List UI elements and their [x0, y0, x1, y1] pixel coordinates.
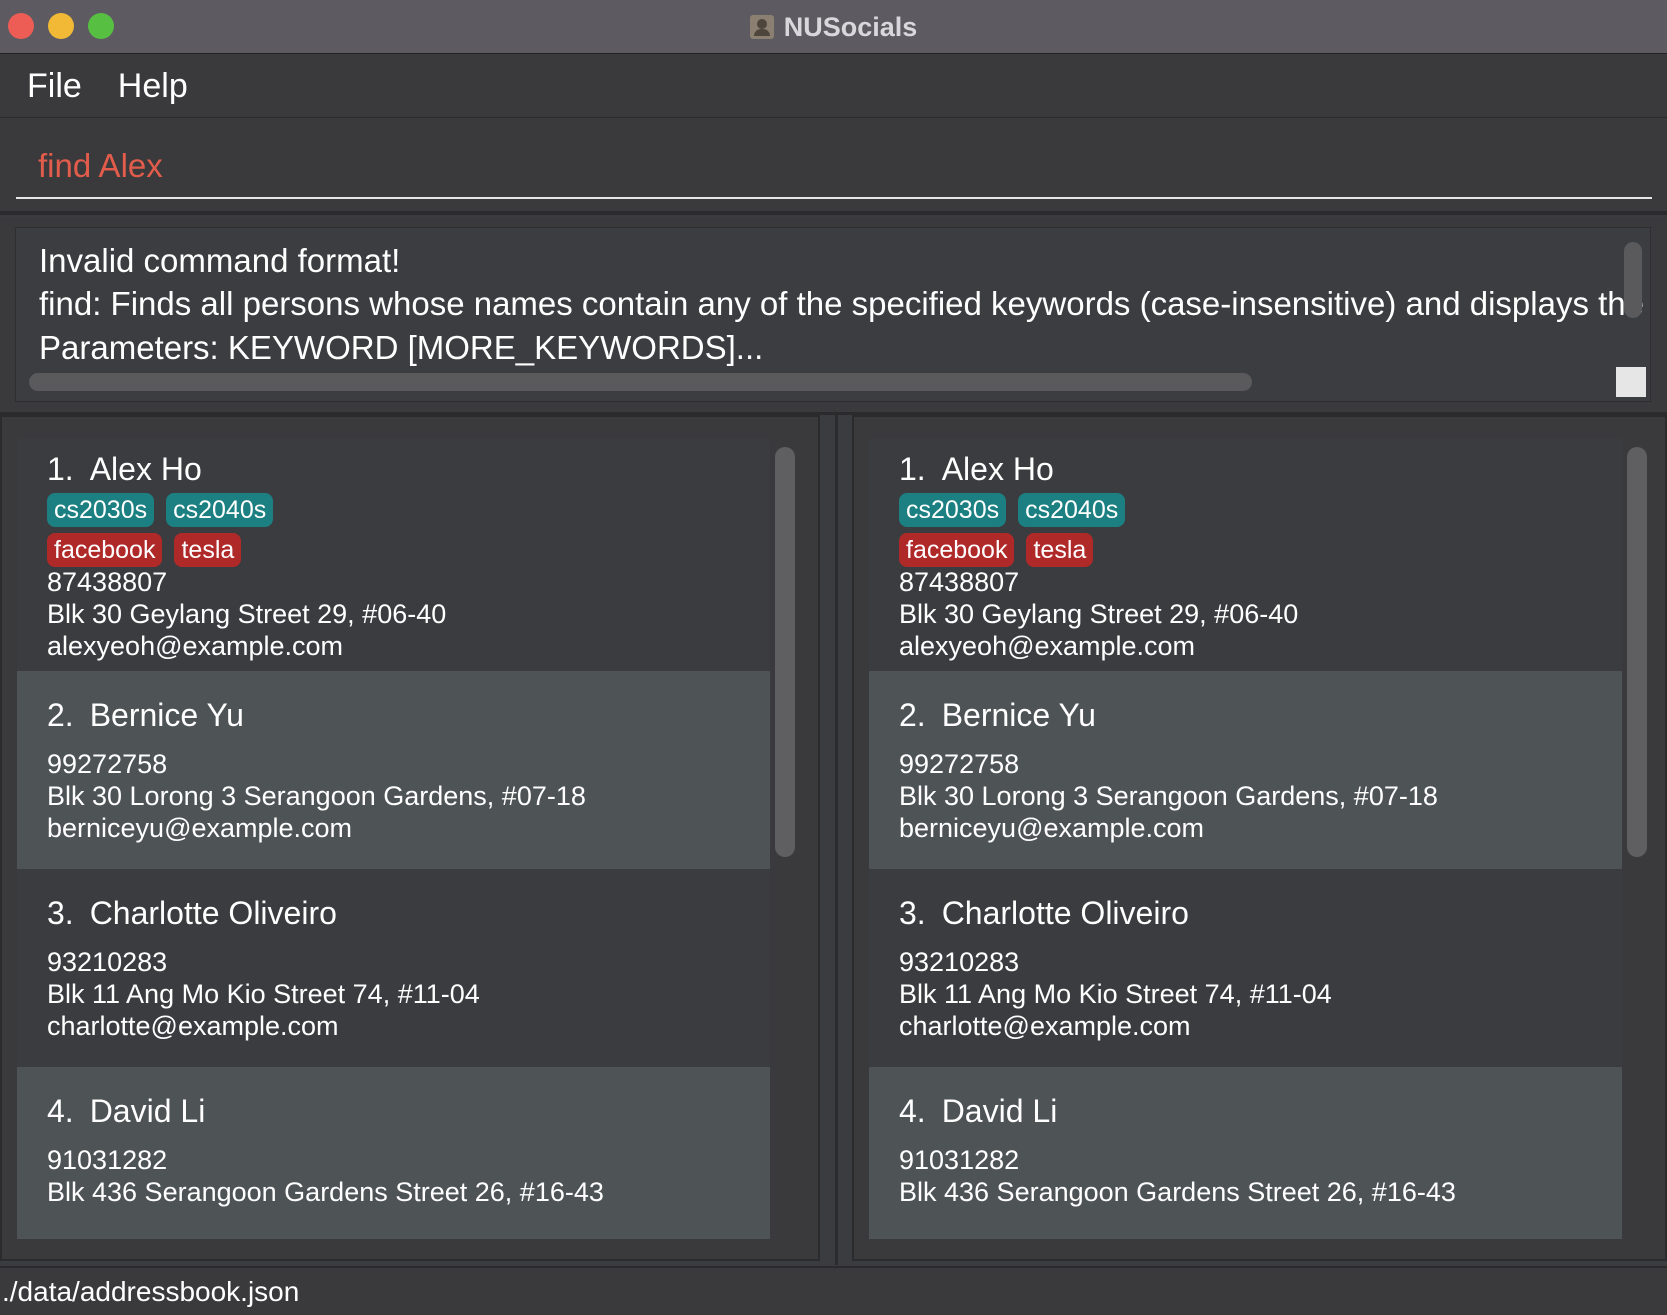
person-list-panel-left: 1. Alex Ho cs2030s cs2040s facebook tesla…: [0, 415, 820, 1261]
person-address: Blk 436 Serangoon Gardens Street 26, #16…: [47, 1177, 604, 1207]
result-display-area: Invalid command format! find: Finds all …: [0, 217, 1667, 415]
person-address: Blk 11 Ang Mo Kio Street 74, #11-04: [47, 979, 480, 1009]
person-phone: 93210283: [47, 947, 168, 977]
company-tag: tesla: [1026, 533, 1094, 567]
person-card[interactable]: 4. David Li 91031282 Blk 436 Serangoon Ga…: [17, 1067, 770, 1239]
result-horizontal-scrollbar[interactable]: [29, 373, 1252, 391]
result-message-line: find: Finds all persons whose names cont…: [39, 285, 1644, 322]
person-name: 4. David Li: [47, 1093, 206, 1129]
company-tag: facebook: [899, 533, 1015, 567]
person-address: Blk 30 Lorong 3 Serangoon Gardens, #07-1…: [47, 781, 586, 811]
person-email: berniceyu@example.com: [47, 813, 353, 843]
person-phone: 99272758: [899, 749, 1020, 779]
person-phone: 91031282: [47, 1145, 168, 1175]
person-address: Blk 436 Serangoon Gardens Street 26, #16…: [899, 1177, 1456, 1207]
person-list[interactable]: 1. Alex Ho cs2030s cs2040s facebook tesla…: [869, 439, 1622, 1239]
title-bar: NUSocials: [0, 0, 1667, 54]
app-icon: [749, 15, 774, 39]
person-email: alexyeoh@example.com: [47, 631, 344, 661]
person-card[interactable]: 1. Alex Ho cs2030s cs2040s facebook tesla…: [17, 439, 770, 671]
result-message-line: Parameters: KEYWORD [MORE_KEYWORDS]...: [39, 329, 764, 366]
person-email: charlotte@example.com: [47, 1011, 339, 1041]
person-phone: 87438807: [47, 567, 168, 597]
module-tag: cs2030s: [47, 493, 155, 527]
result-vertical-scrollbar[interactable]: [1624, 242, 1642, 318]
menu-bar: File Help: [0, 55, 1667, 118]
person-phone: 91031282: [899, 1145, 1020, 1175]
person-email: berniceyu@example.com: [899, 813, 1205, 843]
command-input[interactable]: [16, 135, 1652, 199]
company-tag: tesla: [174, 533, 242, 567]
person-phone: 93210283: [899, 947, 1020, 977]
person-email: alexyeoh@example.com: [899, 631, 1196, 661]
module-tag: cs2040s: [166, 493, 274, 527]
data-file-path: ./data/addressbook.json: [2, 1276, 300, 1307]
company-tag: facebook: [47, 533, 163, 567]
person-phone: 99272758: [47, 749, 168, 779]
person-list[interactable]: 1. Alex Ho cs2030s cs2040s facebook tesla…: [17, 439, 770, 1239]
app-window: NUSocials File Help Invalid command form…: [0, 0, 1667, 1315]
command-box: [0, 119, 1667, 215]
person-address: Blk 11 Ang Mo Kio Street 74, #11-04: [899, 979, 1332, 1009]
person-name: 4. David Li: [899, 1093, 1058, 1129]
module-tag: cs2030s: [899, 493, 1007, 527]
result-message-line: Invalid command format!: [39, 242, 401, 279]
module-tags: cs2030s cs2040s: [899, 493, 1126, 527]
person-card[interactable]: 1. Alex Ho cs2030s cs2040s facebook tesla…: [869, 439, 1622, 671]
menu-file[interactable]: File: [0, 67, 100, 106]
person-name: 2. Bernice Yu: [47, 697, 244, 733]
status-bar: ./data/addressbook.json: [0, 1266, 1667, 1315]
person-name: 3. Charlotte Oliveiro: [899, 895, 1189, 931]
person-list-scrollbar[interactable]: [1627, 447, 1647, 857]
person-address: Blk 30 Geylang Street 29, #06-40: [47, 599, 447, 629]
company-tags: facebook tesla: [899, 533, 1094, 567]
person-name: 2. Bernice Yu: [899, 697, 1096, 733]
person-card[interactable]: 2. Bernice Yu 99272758 Blk 30 Lorong 3 Se…: [17, 671, 770, 869]
person-name: 1. Alex Ho: [47, 451, 202, 487]
person-address: Blk 30 Lorong 3 Serangoon Gardens, #07-1…: [899, 781, 1438, 811]
company-tags: facebook tesla: [47, 533, 242, 567]
result-display[interactable]: Invalid command format! find: Finds all …: [15, 227, 1651, 402]
person-card[interactable]: 4. David Li 91031282 Blk 436 Serangoon Ga…: [869, 1067, 1622, 1239]
module-tag: cs2040s: [1018, 493, 1126, 527]
person-address: Blk 30 Geylang Street 29, #06-40: [899, 599, 1299, 629]
person-list-panel-right: 1. Alex Ho cs2030s cs2040s facebook tesla…: [852, 415, 1667, 1261]
person-list-scrollbar[interactable]: [775, 447, 795, 857]
person-phone: 87438807: [899, 567, 1020, 597]
person-email: charlotte@example.com: [899, 1011, 1191, 1041]
person-card[interactable]: 3. Charlotte Oliveiro 93210283 Blk 11 Ang…: [869, 869, 1622, 1067]
scroll-corner: [1616, 367, 1646, 397]
menu-help[interactable]: Help: [100, 67, 206, 106]
person-name: 3. Charlotte Oliveiro: [47, 895, 337, 931]
module-tags: cs2030s cs2040s: [47, 493, 274, 527]
person-card[interactable]: 3. Charlotte Oliveiro 93210283 Blk 11 Ang…: [17, 869, 770, 1067]
panel-divider[interactable]: [835, 415, 838, 1265]
person-name: 1. Alex Ho: [899, 451, 1054, 487]
person-card[interactable]: 2. Bernice Yu 99272758 Blk 30 Lorong 3 Se…: [869, 671, 1622, 869]
window-title: NUSocials: [783, 11, 918, 42]
